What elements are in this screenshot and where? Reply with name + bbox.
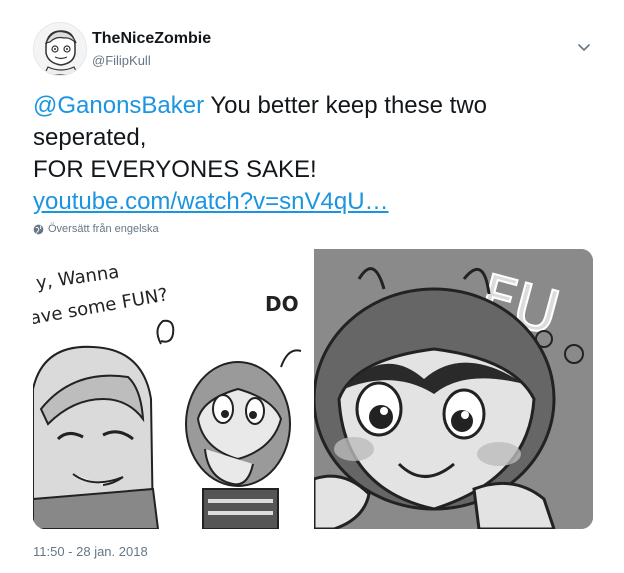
youtube-link[interactable]: youtube.com/watch?v=snV4qU… bbox=[33, 188, 389, 215]
tweet-text: @GanonsBaker You better keep these two s… bbox=[33, 90, 593, 218]
comic-panel-left: y, Wanna ave some FUN? DO bbox=[33, 249, 311, 529]
globe-icon bbox=[33, 224, 44, 234]
user-handle[interactable]: @FilipKull bbox=[92, 53, 151, 68]
comic-panel-right: FU bbox=[312, 249, 593, 529]
display-name[interactable]: TheNiceZombie bbox=[92, 30, 211, 48]
translate-button[interactable]: Översätt från engelska bbox=[33, 223, 159, 235]
mention-link[interactable]: @GanonsBaker bbox=[33, 92, 204, 119]
zombie-cartoon-avatar-icon bbox=[34, 23, 86, 75]
chevron-down-icon[interactable] bbox=[574, 38, 594, 58]
avatar[interactable] bbox=[33, 22, 87, 76]
media-image-right[interactable]: FU bbox=[312, 249, 593, 529]
tweet-text-part2: FOR EVERYONES SAKE! bbox=[33, 156, 317, 183]
media-grid: y, Wanna ave some FUN? DO FU bbox=[33, 249, 593, 529]
translate-label: Översätt från engelska bbox=[48, 223, 159, 235]
caption-do: DO bbox=[265, 292, 299, 316]
media-image-left[interactable]: y, Wanna ave some FUN? DO bbox=[33, 249, 311, 529]
timestamp[interactable]: 11:50 - 28 jan. 2018 bbox=[33, 544, 148, 559]
